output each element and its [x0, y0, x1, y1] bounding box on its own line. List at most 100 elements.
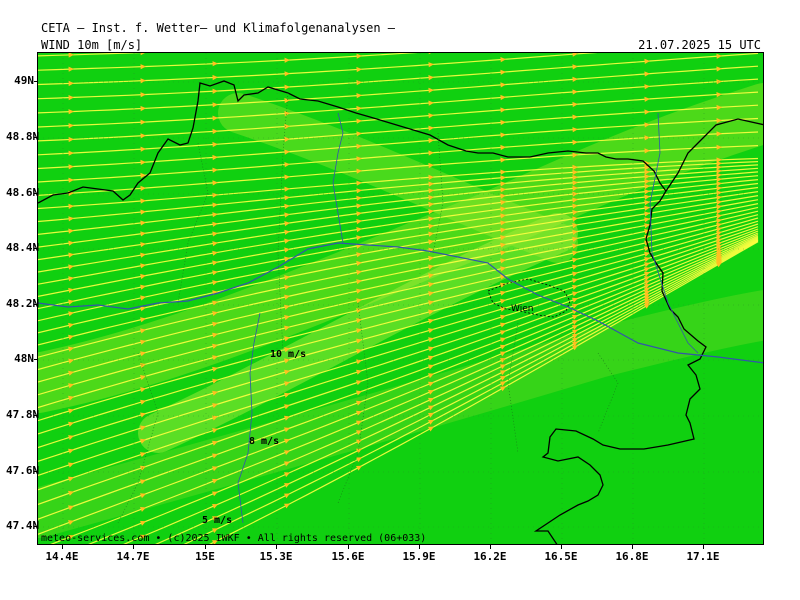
streamline-arrow: [356, 131, 362, 137]
streamline-arrow: [212, 202, 218, 208]
streamline-arrow: [644, 84, 650, 90]
streamline-arrow: [356, 66, 362, 73]
streamline-arrow: [500, 157, 506, 163]
streamline-arrow: [572, 257, 578, 263]
streamline-arrow: [212, 241, 218, 247]
streamline-arrow: [68, 264, 74, 270]
streamline-arrow: [716, 209, 722, 215]
streamline-arrow: [572, 291, 578, 297]
streamline-arrow: [356, 105, 362, 112]
streamline-arrow: [572, 64, 578, 70]
streamline-arrow: [716, 172, 722, 178]
streamline-arrow: [284, 247, 290, 253]
streamline-arrow: [500, 94, 506, 101]
streamline-arrow: [212, 260, 218, 266]
streamline-arrow: [68, 177, 74, 183]
streamline-arrow: [212, 231, 218, 237]
streamline-arrow: [284, 174, 290, 180]
streamline: [38, 53, 759, 100]
streamline-arrow: [572, 139, 578, 145]
lat-tick-mark: [34, 415, 38, 416]
streamline-arrow: [140, 64, 146, 70]
streamline-arrow: [68, 109, 74, 115]
lon-tick-label: 16.8E: [615, 550, 649, 563]
streamline-arrow: [140, 159, 146, 165]
streamline-arrow: [716, 79, 722, 85]
streamline-arrow: [284, 195, 290, 201]
streamline-arrow: [500, 144, 506, 151]
lat-tick-mark: [34, 304, 38, 305]
lat-tick-label: 48N: [14, 352, 34, 365]
lat-tick-label: 47.4N: [6, 519, 40, 532]
lat-tick-label: 48.2N: [6, 297, 40, 310]
streamline-arrow: [500, 175, 506, 181]
streamline-arrow: [572, 53, 578, 57]
lat-tick-mark: [34, 248, 38, 249]
streamline-arrow: [68, 80, 74, 87]
streamline-arrow: [212, 180, 218, 186]
streamline-arrow: [500, 132, 506, 138]
streamline-arrow: [644, 267, 650, 272]
lat-tick-mark: [34, 81, 38, 82]
streamline-arrow: [140, 284, 146, 290]
streamline-arrow: [428, 53, 432, 55]
streamline-arrow: [68, 216, 74, 222]
streamline-arrow: [284, 162, 290, 168]
streamline-arrow: [140, 317, 146, 323]
streamline-arrow: [716, 195, 722, 201]
streamline-arrow: [356, 118, 362, 124]
lon-tick-label: 16.5E: [544, 550, 578, 563]
streamline-arrow: [284, 238, 290, 244]
lat-tick-label: 48.6N: [6, 186, 40, 199]
streamline-arrow: [212, 428, 218, 434]
streamline-arrow: [428, 346, 434, 352]
lon-tick-label: 16.2E: [473, 550, 507, 563]
streamline-arrow: [212, 61, 218, 67]
lon-tick-mark: [703, 545, 704, 549]
streamline-arrow: [284, 336, 290, 342]
lat-tick-mark: [34, 137, 38, 138]
streamline-arrow: [284, 265, 290, 271]
streamline-arrow: [500, 82, 506, 88]
streamline-arrow: [500, 57, 506, 63]
streamline-arrow: [212, 270, 218, 276]
streamline-arrow: [644, 71, 650, 77]
lon-tick-mark: [205, 545, 206, 549]
streamline-arrow: [212, 128, 218, 134]
lon-tick-mark: [62, 545, 63, 549]
streamline-arrow: [140, 242, 146, 248]
map-title: CETA – Inst. f. Wetter– und Klimafolgena…: [41, 21, 396, 35]
streamline-arrow: [644, 96, 650, 102]
streamline-arrow: [68, 66, 74, 72]
streamline-arrow: [716, 199, 722, 205]
streamline-arrow: [212, 192, 218, 198]
lon-tick-label: 17.1E: [686, 550, 720, 563]
streamline-arrow: [284, 229, 290, 235]
valid-time: 21.07.2025 15 UTC: [638, 38, 761, 52]
streamline-arrow: [68, 448, 74, 454]
lon-tick-mark: [490, 545, 491, 549]
streamline-arrow: [356, 80, 362, 86]
streamline-arrow: [428, 113, 434, 119]
lon-tick-label: 15.6E: [331, 550, 365, 563]
streamline-arrow: [140, 273, 146, 280]
streamline-arrow: [284, 57, 290, 63]
map-canvas: [38, 53, 763, 544]
streamline-arrow: [356, 53, 362, 59]
streamline-arrow: [140, 92, 146, 98]
streamline-arrow: [68, 334, 74, 340]
wind-map: Wien 10 m/s 8 m/s 5 m/s: [37, 52, 764, 545]
streamline-arrow: [428, 138, 434, 144]
streamline-arrow: [428, 125, 434, 131]
streamline-arrow: [68, 150, 74, 156]
streamline-arrow: [212, 167, 218, 173]
streamline-arrow: [68, 276, 74, 282]
lat-tick-mark: [34, 193, 38, 194]
streamline-arrow: [68, 95, 74, 101]
variable-label: WIND 10m [m/s]: [41, 38, 143, 52]
streamline-arrow: [716, 53, 722, 59]
streamline-arrow: [716, 204, 722, 210]
lat-tick-mark: [34, 359, 38, 360]
lon-tick-label: 14.4E: [45, 550, 79, 563]
streamline-arrow: [212, 115, 218, 121]
